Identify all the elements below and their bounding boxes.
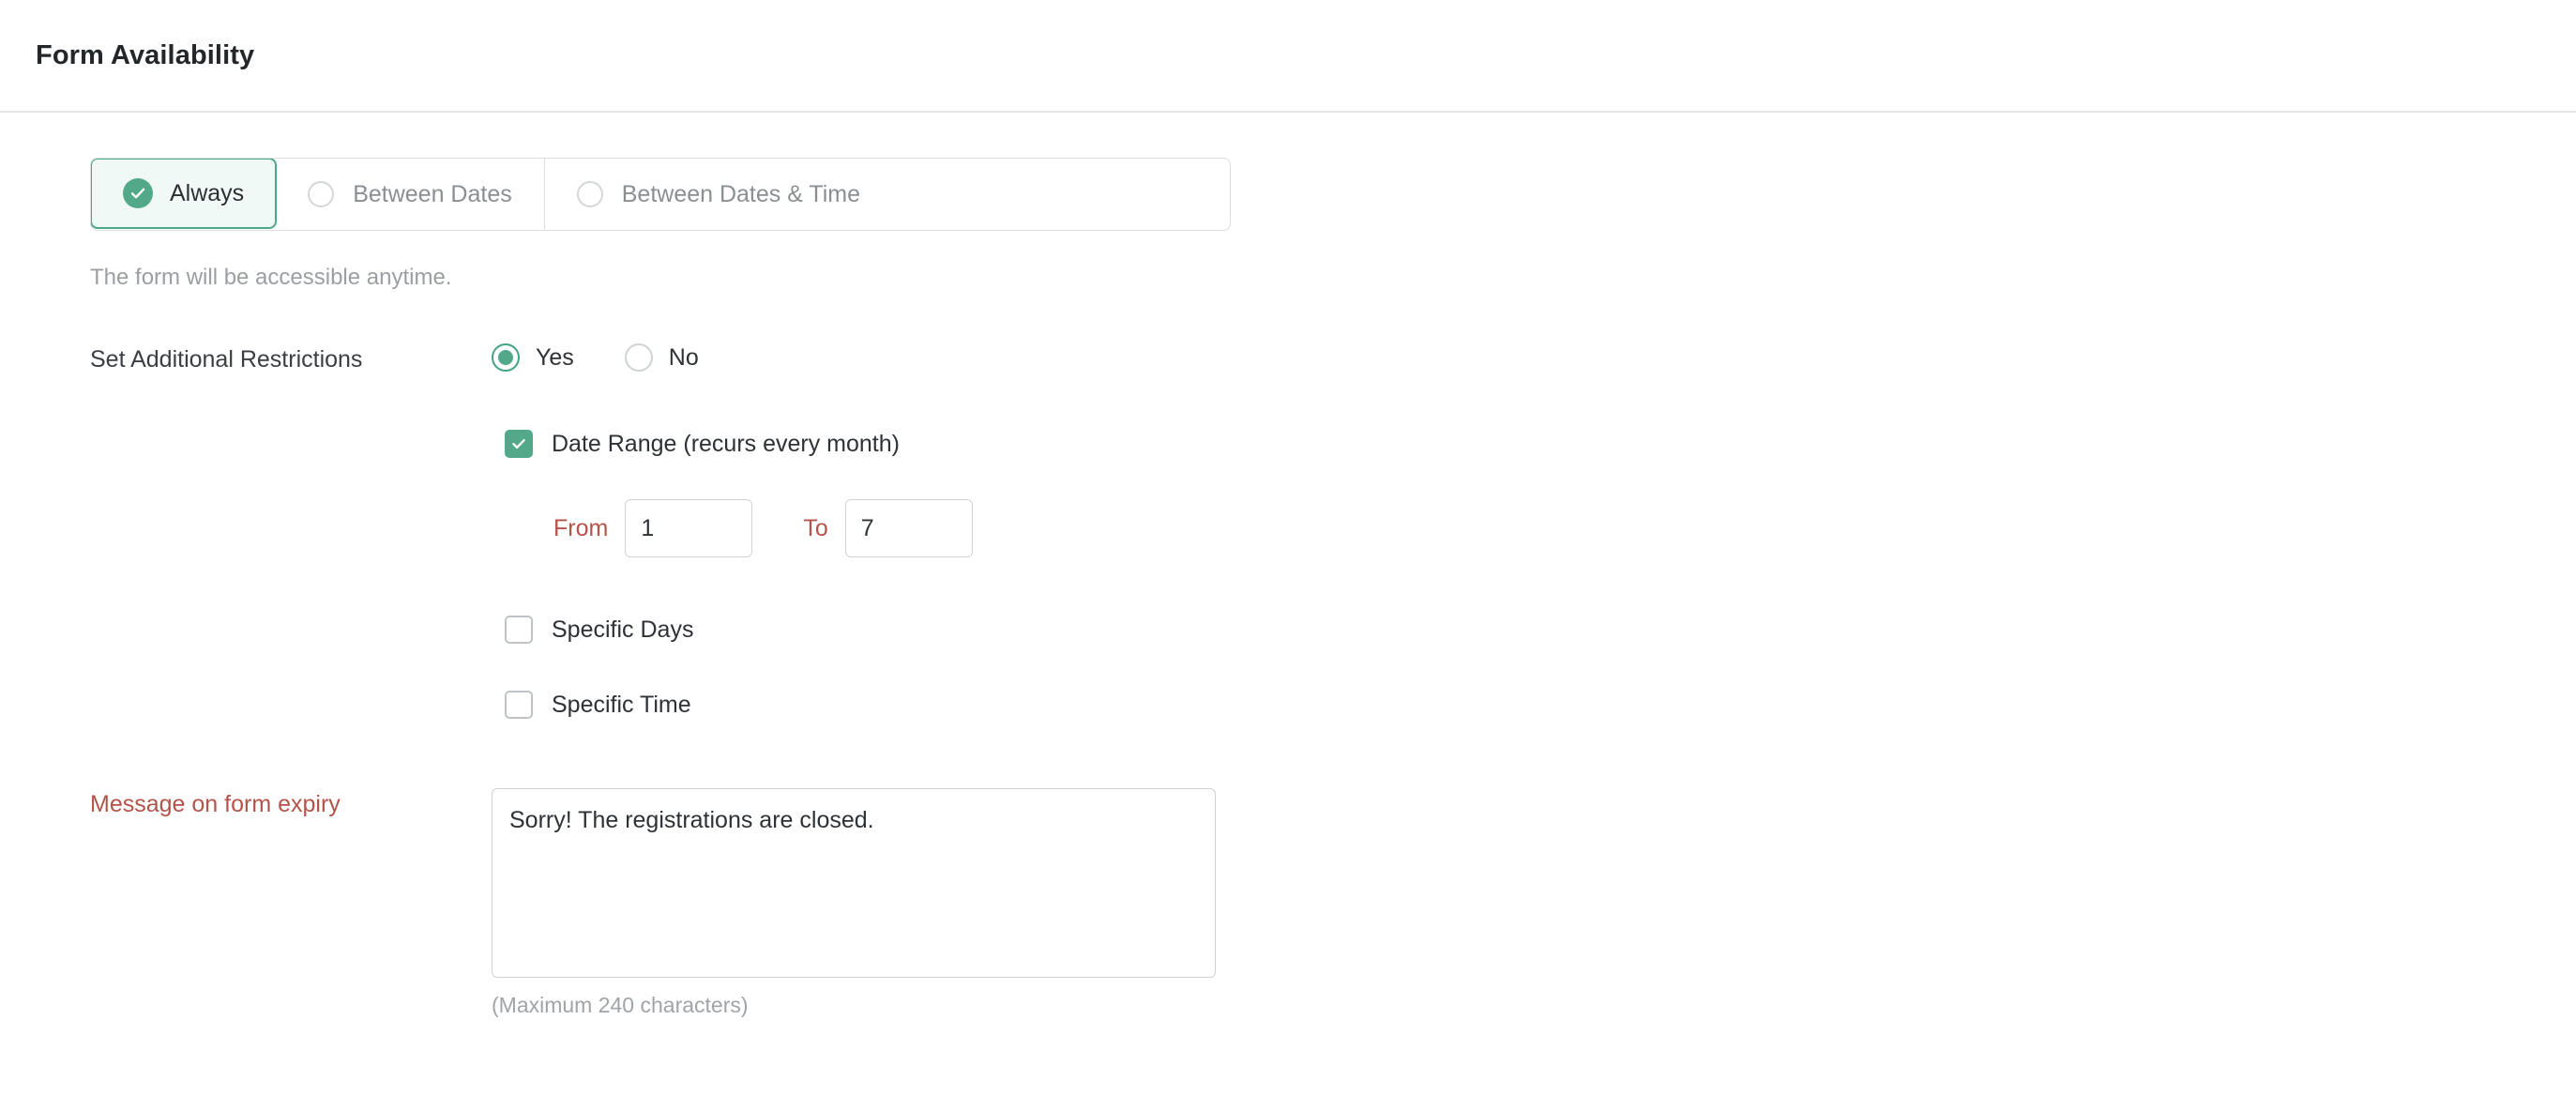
date-range-inputs: From To bbox=[553, 499, 2576, 557]
radio-icon bbox=[576, 181, 603, 207]
tab-always[interactable]: Always bbox=[91, 159, 278, 229]
tab-between-dates-label: Between Dates bbox=[353, 180, 512, 207]
message-on-form-expiry-label: Message on form expiry bbox=[90, 791, 341, 817]
page-title: Form Availability bbox=[36, 39, 255, 70]
specific-days-checkbox-row[interactable]: Specific Days bbox=[505, 616, 2576, 644]
restrictions-radio-group[interactable]: Yes No bbox=[492, 343, 2576, 372]
set-additional-restrictions-control: Yes No Date Range (recurs every month) F… bbox=[492, 343, 2576, 719]
message-on-form-expiry-control: Sorry! The registrations are closed. (Ma… bbox=[492, 788, 2576, 1018]
page-body: Always Between Dates Between Dates & Tim… bbox=[0, 113, 2576, 1018]
date-range-to-input[interactable] bbox=[844, 499, 973, 557]
tab-always-label: Always bbox=[170, 179, 245, 206]
specific-time-checkbox-row[interactable]: Specific Time bbox=[505, 691, 2576, 719]
restrictions-option-yes-label: Yes bbox=[536, 343, 574, 371]
specific-time-label: Specific Time bbox=[552, 691, 691, 718]
date-range-from-input[interactable] bbox=[625, 499, 753, 557]
from-label: From bbox=[553, 514, 609, 541]
to-label: To bbox=[803, 514, 828, 541]
checkbox-icon bbox=[505, 691, 533, 719]
checkbox-checked-icon bbox=[505, 430, 533, 458]
check-circle-icon bbox=[123, 178, 153, 208]
set-additional-restrictions-label: Set Additional Restrictions bbox=[90, 346, 363, 373]
message-max-characters-hint: (Maximum 240 characters) bbox=[492, 993, 749, 1017]
message-on-form-expiry-row: Message on form expiry Sorry! The regist… bbox=[0, 788, 2576, 1018]
date-range-checkbox-row[interactable]: Date Range (recurs every month) bbox=[505, 430, 2576, 458]
radio-icon bbox=[308, 181, 335, 207]
restrictions-option-no[interactable]: No bbox=[624, 343, 699, 372]
restrictions-option-no-label: No bbox=[668, 343, 699, 371]
message-on-form-expiry-textarea[interactable]: Sorry! The registrations are closed. bbox=[492, 788, 1216, 978]
date-range-label: Date Range (recurs every month) bbox=[552, 430, 900, 457]
page-header: Form Availability bbox=[0, 0, 2576, 113]
radio-icon bbox=[624, 343, 653, 372]
tab-between-dates-time-label: Between Dates & Time bbox=[621, 180, 861, 207]
tab-between-dates[interactable]: Between Dates bbox=[276, 159, 545, 230]
radio-selected-icon bbox=[492, 343, 520, 372]
tab-between-dates-time[interactable]: Between Dates & Time bbox=[544, 159, 893, 230]
specific-days-label: Specific Days bbox=[552, 616, 694, 643]
restrictions-option-yes[interactable]: Yes bbox=[492, 343, 574, 372]
checkbox-icon bbox=[505, 616, 533, 644]
set-additional-restrictions-row: Set Additional Restrictions Yes No Date … bbox=[0, 343, 2576, 719]
availability-mode-selector[interactable]: Always Between Dates Between Dates & Tim… bbox=[90, 158, 1231, 231]
availability-hint: The form will be accessible anytime. bbox=[90, 265, 452, 290]
